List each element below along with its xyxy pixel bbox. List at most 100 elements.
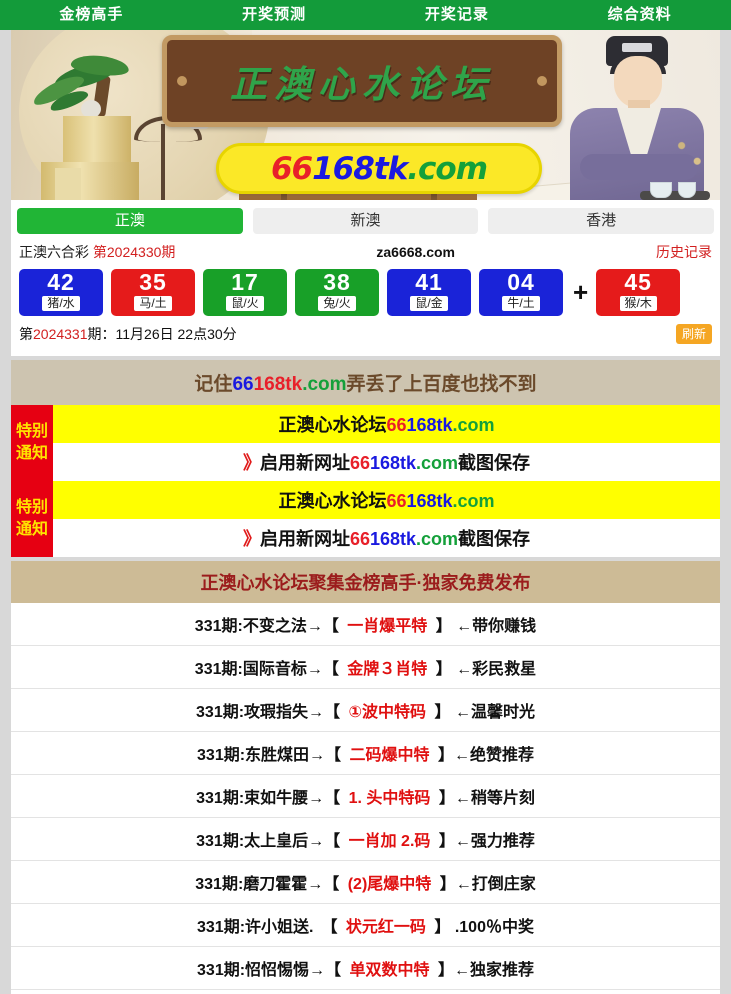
banner-plaque: 正澳心水论坛	[162, 35, 562, 127]
notice-row-plain[interactable]: 》启用新网址66168tk.com截图保存	[53, 443, 720, 481]
memorize-domain-strip: 记住66168tk.com弄丢了上百度也找不到	[11, 360, 720, 405]
next-draw-time: 期：11月26日 22点30分	[87, 326, 237, 342]
tips-list-header: 正澳心水论坛聚集金榜高手·独家免费发布	[11, 561, 720, 603]
list-item-suffix: 】 ←带你赚钱	[435, 618, 537, 635]
memo-suffix: 弄丢了上百度也找不到	[346, 374, 537, 395]
list-item-suffix: 】←强力推荐	[438, 833, 535, 850]
notice-domain-1: 66	[349, 453, 370, 473]
list-item[interactable]: 331期:太上皇后→【 一肖加 2.码 】←强力推荐	[11, 818, 720, 861]
lottery-tab-row: 正澳 新澳 香港	[11, 200, 720, 240]
notice-newsite-suffix: 截图保存	[458, 529, 531, 549]
notice-newsite-prefix: 启用新网址	[259, 529, 350, 549]
list-item-prefix: 331期:许小姐送. 【	[197, 919, 338, 936]
draw-ball: 42 猪/水	[19, 269, 103, 316]
next-draw-issue: 2024331	[33, 326, 88, 342]
notice-tag-line2: 通知	[15, 521, 48, 538]
domain-part-3: tk	[373, 150, 408, 187]
tab-xianggang[interactable]: 香港	[488, 208, 715, 234]
ball-zodiac: 兔/火	[318, 296, 356, 311]
draw-header: 正澳六合彩 第2024330期 za6668.com 历史记录	[19, 240, 712, 267]
notice-row-highlight[interactable]: 正澳心水论坛66168tk.com	[53, 481, 720, 519]
notice-domain-2: 168tk	[406, 415, 453, 435]
nav-item-materials[interactable]: 综合资料	[548, 0, 731, 30]
list-item-suffix: 】←打倒庄家	[439, 876, 536, 893]
memo-domain-1: 66	[232, 374, 254, 395]
plus-sign: +	[573, 277, 589, 307]
pedestal-lower	[41, 162, 139, 200]
nav-item-forecast[interactable]: 开奖预测	[183, 0, 366, 30]
notice-row-highlight[interactable]: 正澳心水论坛66168tk.com	[53, 405, 720, 443]
notice-domain-3: .com	[416, 453, 459, 473]
ball-zodiac: 马/土	[134, 296, 172, 311]
notice-forum-name: 正澳心水论坛	[278, 415, 387, 435]
draw-special-ball: 45 猴/木	[596, 269, 681, 316]
list-item[interactable]: 331期:磨刀霍霍→【 (2)尾爆中特 】←打倒庄家	[11, 861, 720, 904]
list-item-highlight: ①波中特码	[344, 704, 431, 721]
list-item[interactable]: 331期:束如牛腰→【 1. 头中特码 】←稍等片刻	[11, 775, 720, 818]
top-navigation: 金榜高手 开奖预测 开奖记录 综合资料	[0, 0, 731, 30]
notice-domain-2: 168tk	[406, 491, 453, 511]
tab-zhengao[interactable]: 正澳	[17, 208, 243, 234]
draw-ball: 38 兔/火	[295, 269, 379, 316]
notice-row-plain[interactable]: 》启用新网址66168tk.com截图保存	[53, 519, 720, 557]
tea-cup-icon	[678, 182, 696, 198]
next-draw-info: 第 2024331 期：11月26日 22点30分 刷新	[19, 320, 712, 350]
double-chevron-icon: 》	[242, 529, 261, 549]
history-records-link[interactable]: 历史记录	[656, 242, 712, 262]
notice-tag-line1: 特别	[15, 423, 48, 440]
ball-zodiac: 牛/土	[502, 296, 540, 311]
notice-tag-line1: 特别	[15, 499, 48, 516]
list-item-highlight: 二码爆中特	[345, 747, 434, 764]
memo-prefix: 记住	[194, 374, 233, 395]
ball-number: 41	[415, 269, 443, 295]
list-item-prefix: 331期:国际音标→【	[194, 661, 339, 678]
list-item[interactable]: 331期:怊怊惕惕→【 单双数中特 】←独家推荐	[11, 947, 720, 990]
list-item-prefix: 331期:怊怊惕惕→【	[197, 962, 342, 979]
draw-ball: 17 鼠/火	[203, 269, 287, 316]
double-chevron-icon: 》	[242, 453, 261, 473]
nav-item-records[interactable]: 开奖记录	[366, 0, 549, 30]
list-item-highlight: 一肖爆平特	[342, 618, 432, 635]
plum-branch-icon	[666, 130, 718, 182]
tab-xinao[interactable]: 新澳	[252, 208, 479, 234]
list-item[interactable]: 331期:许小姐送. 【 状元红一码 】 .100％中奖	[11, 904, 720, 947]
special-notice-block: 特别 通知 正澳心水论坛66168tk.com 》启用新网址66168tk.co…	[11, 405, 720, 481]
domain-part-2: 168	[312, 150, 375, 187]
list-item[interactable]: 331期:东胜煤田→【 二码爆中特 】←绝赞推荐	[11, 732, 720, 775]
draw-lottery-name: 正澳六合彩	[19, 244, 89, 260]
tea-cup-icon	[650, 182, 672, 198]
notice-newsite-suffix: 截图保存	[458, 453, 531, 473]
draw-ball: 41 鼠/金	[387, 269, 471, 316]
ball-number: 17	[231, 269, 259, 295]
ball-number: 45	[624, 269, 652, 295]
memo-domain-2: 168tk	[253, 374, 303, 395]
list-item-prefix: 331期:太上皇后→【	[196, 833, 341, 850]
refresh-button[interactable]: 刷新	[675, 324, 712, 344]
nav-item-jinbang[interactable]: 金榜高手	[0, 0, 183, 30]
ball-zodiac: 鼠/金	[410, 296, 448, 311]
banner-domain-pill[interactable]: 66168tk.com	[216, 143, 542, 194]
notice-body: 正澳心水论坛66168tk.com 》启用新网址66168tk.com截图保存	[53, 481, 720, 557]
notice-tag: 特别 通知	[11, 405, 53, 481]
domain-part-1: 66	[270, 150, 313, 187]
notice-domain-1: 66	[386, 491, 407, 511]
notice-domain-3: .com	[452, 415, 495, 435]
ball-zodiac: 猪/水	[42, 296, 80, 311]
list-item[interactable]: 331期:攻瑕指失→【 ①波中特码 】 ←温馨时光	[11, 689, 720, 732]
pedestal-upper	[63, 116, 131, 168]
list-item-prefix: 331期:攻瑕指失→【	[196, 704, 341, 721]
banner-title: 正澳心水论坛	[230, 62, 494, 106]
notice-domain-1: 66	[386, 415, 407, 435]
notice-domain-3: .com	[416, 529, 459, 549]
draw-issue-number: 第2024330期	[92, 244, 176, 260]
lamp-pole-icon	[161, 124, 165, 200]
next-draw-prefix: 第	[19, 326, 33, 342]
ball-zodiac: 鼠/火	[226, 296, 264, 311]
notice-domain-3: .com	[452, 491, 495, 511]
list-item[interactable]: 331期:不变之法→【 一肖爆平特 】 ←带你赚钱	[11, 603, 720, 646]
list-item-suffix: 】 ←彩民救星	[435, 661, 537, 678]
ball-number: 38	[323, 269, 351, 295]
ball-number: 42	[47, 269, 75, 295]
list-item[interactable]: 331期:国际音标→【 金牌３肖特 】 ←彩民救星	[11, 646, 720, 689]
notice-forum-name: 正澳心水论坛	[278, 491, 387, 511]
